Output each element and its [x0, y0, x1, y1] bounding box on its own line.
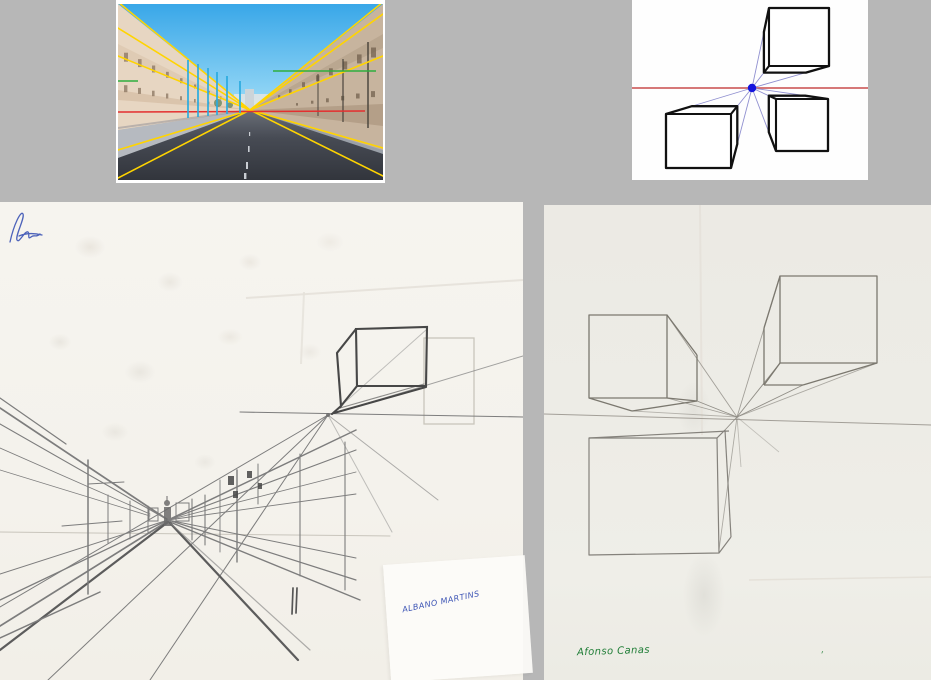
cube-upper-left — [589, 315, 697, 411]
cubes-sketch-drawing — [544, 205, 931, 680]
paper-creases — [700, 205, 931, 580]
sketched-cube — [332, 327, 427, 414]
signature-scribble — [0, 202, 52, 250]
cube-top-right — [764, 8, 829, 73]
street-center-tower — [149, 495, 205, 545]
perspective-diagram-panel — [632, 0, 868, 180]
vanishing-point-dot — [748, 84, 756, 92]
cube-lower-left — [589, 430, 731, 555]
red-horizon-line — [118, 111, 365, 112]
cube-bottom-right — [769, 96, 828, 151]
street-photo-image — [118, 4, 383, 180]
street-left-building — [0, 398, 168, 650]
perspective-collage-canvas: ALBANO MARTINS — [0, 0, 931, 680]
signature-paper-patch — [383, 555, 533, 680]
cube-upper-right — [764, 276, 877, 385]
perspective-diagram — [632, 0, 868, 180]
cubes-sketch-panel: Afonso Canas ʹ — [544, 205, 931, 680]
cube-bottom-left — [666, 106, 737, 168]
photo-tree — [214, 99, 222, 107]
paper-creases — [246, 280, 523, 364]
street-photo-panel — [116, 0, 385, 183]
street-sketch-panel: ALBANO MARTINS — [0, 202, 523, 680]
erased-ghost-square — [424, 338, 474, 424]
street-right-building — [168, 430, 360, 660]
